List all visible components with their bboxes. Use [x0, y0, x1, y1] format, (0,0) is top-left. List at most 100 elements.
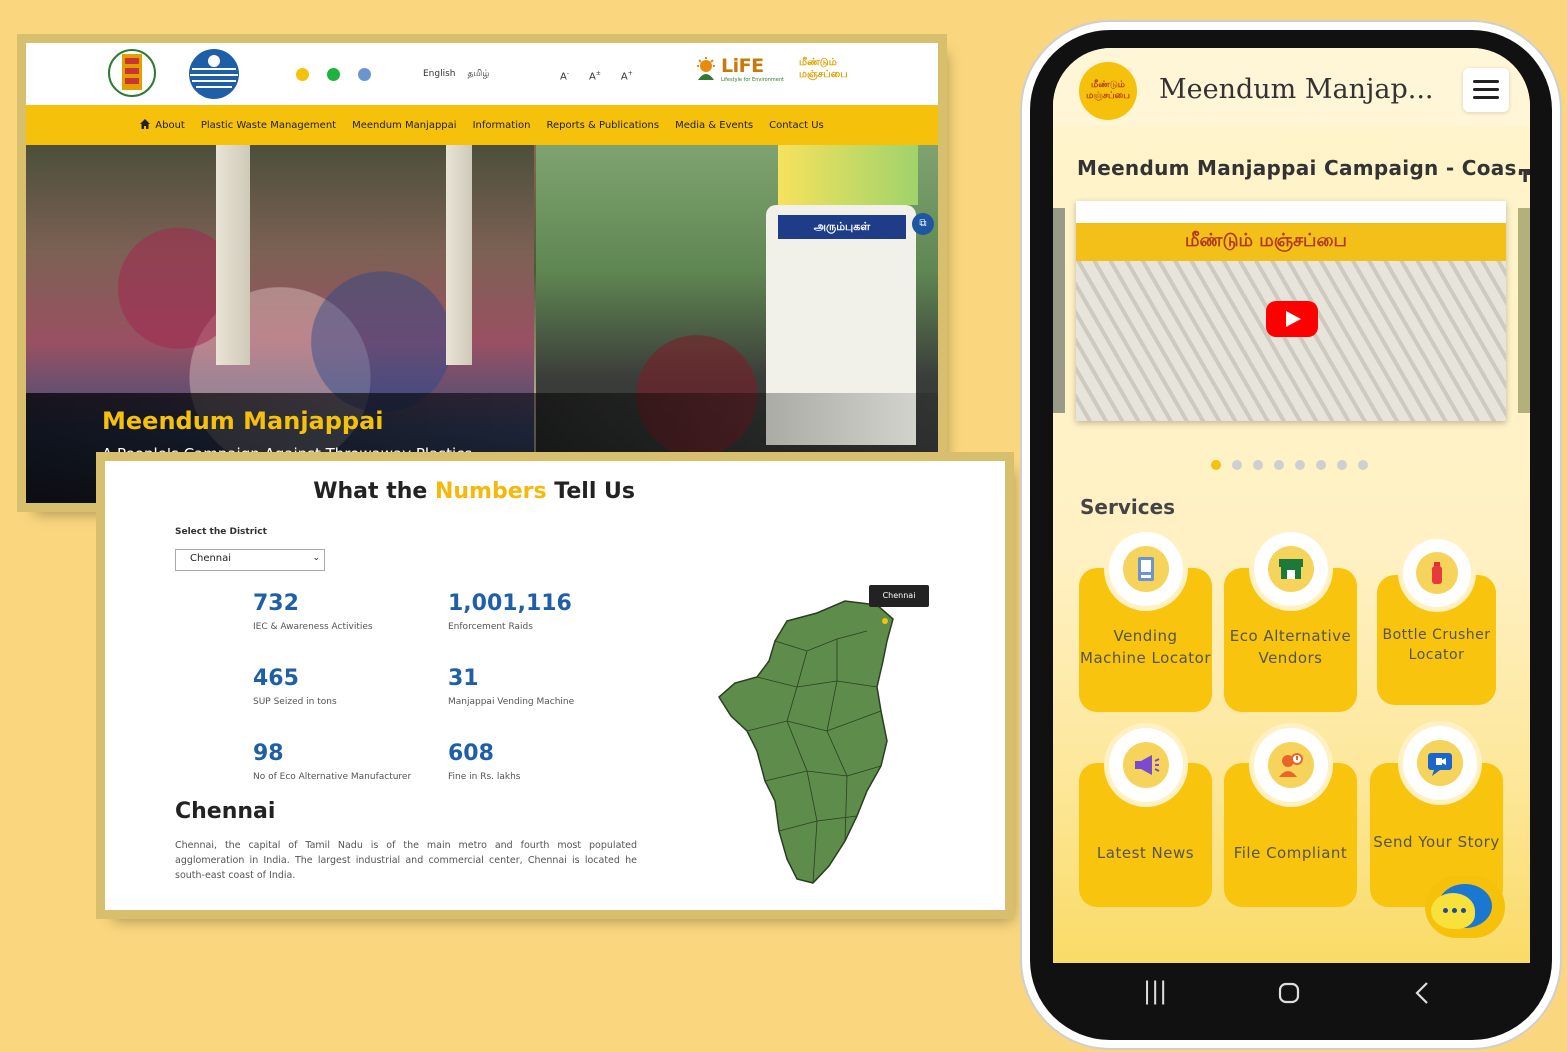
nav-information[interactable]: Information	[473, 120, 531, 131]
website-header: English தமிழ் A- A± A+ LiFE Lifestyle fo…	[26, 43, 938, 105]
city-description: Chennai, the capital of Tamil Nadu is of…	[175, 840, 637, 881]
sun-leaf-icon	[697, 57, 715, 80]
service-label: Eco Alternative Vendors	[1229, 627, 1352, 667]
theme-green-dot[interactable]	[327, 68, 340, 81]
font-size-controls: A- A± A+	[560, 70, 633, 82]
life-logo[interactable]: LiFE Lifestyle for Environment	[694, 55, 784, 83]
service-label: File Compliant	[1233, 844, 1348, 862]
chat-dots-icon	[1443, 908, 1466, 913]
font-decrease-button[interactable]: A-	[560, 70, 569, 82]
home-button-icon[interactable]	[1277, 981, 1301, 1005]
numbers-title-pre: What the	[313, 479, 428, 504]
lang-tamil-link[interactable]: தமிழ்	[468, 69, 490, 80]
font-decrease-label: A	[560, 71, 567, 83]
home-icon	[140, 119, 151, 129]
carousel-dot[interactable]	[1337, 460, 1347, 470]
tamil-nadu-emblem-icon[interactable]	[108, 44, 156, 102]
stat-value: 608	[448, 741, 494, 766]
carousel-dot[interactable]	[1232, 460, 1242, 470]
numbers-title-post: Tell Us	[554, 479, 635, 504]
services-heading: Services	[1080, 495, 1176, 519]
theme-blue-dot[interactable]	[358, 68, 371, 81]
website-homepage: English தமிழ் A- A± A+ LiFE Lifestyle fo…	[26, 43, 938, 503]
district-label: Select the District	[175, 527, 267, 537]
megaphone-icon	[1109, 728, 1183, 802]
store-icon	[1254, 532, 1328, 606]
stat-value: 465	[253, 666, 299, 691]
hero-pillar	[446, 145, 472, 365]
recent-apps-icon[interactable]: |||	[1143, 977, 1167, 1005]
stat-label: SUP Seized in tons	[253, 697, 337, 707]
prev-video-peek[interactable]	[1053, 208, 1065, 413]
app-title: Meendum Manjap...	[1159, 74, 1434, 105]
life-logo-text: LiFE	[721, 55, 764, 77]
stat-value: 732	[253, 591, 299, 616]
carousel-dot[interactable]	[1316, 460, 1326, 470]
service-label: Latest News	[1096, 844, 1195, 862]
font-increase-button[interactable]: A+	[621, 70, 633, 82]
main-nav: About Plastic Waste Management Meendum M…	[26, 105, 938, 145]
carousel-dot[interactable]	[1274, 460, 1284, 470]
carousel-dot[interactable]	[1253, 460, 1263, 470]
theme-color-switcher	[296, 68, 371, 81]
service-label: Vending Machine Locator	[1080, 627, 1211, 667]
mobile-app-header: மீண்டும் மஞ்சப்பை Meendum Manjap...	[1053, 48, 1530, 126]
nav-plastic-waste-management[interactable]: Plastic Waste Management	[201, 120, 336, 131]
carousel-dot[interactable]	[1295, 460, 1305, 470]
font-increase-label: A	[620, 71, 628, 83]
map-tooltip: Chennai	[869, 585, 929, 607]
nav-reports-publications[interactable]: Reports & Publications	[546, 120, 659, 131]
nav-meendum-manjappai[interactable]: Meendum Manjappai	[352, 120, 456, 131]
numbers-section: What the Numbers Tell Us Select the Dist…	[105, 461, 1005, 910]
carousel-dot[interactable]	[1358, 460, 1368, 470]
district-selected-value: Chennai	[190, 553, 232, 564]
stat-value: 1,001,116	[448, 591, 572, 616]
pollution-board-logo-icon[interactable]	[188, 47, 240, 101]
service-label: Bottle Crusher Locator	[1382, 627, 1491, 663]
hero-pillar	[216, 145, 250, 365]
next-video-peek[interactable]	[1518, 208, 1530, 413]
lang-english-link[interactable]: English	[423, 69, 456, 80]
bottle-icon	[1403, 539, 1471, 607]
tamil-nadu-district-map[interactable]	[717, 591, 897, 891]
nav-about[interactable]: About	[140, 119, 185, 131]
carousel-dot[interactable]	[1211, 460, 1221, 470]
hamburger-menu-icon[interactable]	[1463, 68, 1509, 112]
back-icon[interactable]	[1413, 981, 1433, 1005]
manjappai-logo[interactable]: மீண்டும் மஞ்சப்பை	[799, 57, 851, 93]
stat-value: 31	[448, 666, 479, 691]
hero-banner[interactable]: அரும்புகள் ⧉ Meendum Manjappai A People'…	[26, 145, 938, 503]
theme-yellow-dot[interactable]	[296, 68, 309, 81]
language-switcher: English தமிழ்	[423, 69, 489, 80]
stat-vending-machines: 31 Manjappai Vending Machine	[448, 666, 574, 707]
hero-title: Meendum Manjappai	[102, 407, 384, 435]
stat-label: Fine in Rs. lakhs	[448, 772, 521, 782]
stat-label: Enforcement Raids	[448, 622, 533, 632]
nav-about-label: About	[155, 120, 185, 131]
nav-media-events[interactable]: Media & Events	[675, 120, 753, 131]
android-nav-bar: |||	[1053, 963, 1530, 1023]
font-normal-button[interactable]: A±	[589, 70, 601, 82]
carousel-indicators	[1211, 460, 1368, 470]
app-logo[interactable]: மீண்டும் மஞ்சப்பை	[1079, 62, 1137, 120]
stat-fine-lakhs: 608 Fine in Rs. lakhs	[448, 741, 520, 782]
complaint-icon	[1254, 728, 1328, 802]
numbers-title: What the Numbers Tell Us	[105, 479, 635, 504]
video-thumbnail-sign: மீண்டும் மஞ்சப்பை	[1185, 230, 1347, 251]
stat-label: Manjappai Vending Machine	[448, 697, 575, 707]
vending-machine-icon	[1109, 532, 1183, 606]
hero-bus-sign: அரும்புகள்	[778, 215, 906, 239]
video-title[interactable]: Meendum Manjappai Campaign - Coas...	[1077, 156, 1530, 180]
stat-value: 98	[253, 741, 284, 766]
youtube-play-icon[interactable]	[1266, 301, 1318, 337]
service-label: Send Your Story	[1373, 833, 1500, 851]
stat-enforcement-raids: 1,001,116 Enforcement Raids	[448, 591, 572, 632]
hero-campaign-banner	[778, 145, 918, 205]
nav-contact-us[interactable]: Contact Us	[769, 120, 824, 131]
map-chennai-marker[interactable]	[882, 618, 888, 624]
city-title: Chennai	[175, 799, 276, 824]
district-select[interactable]: Chennai ⌄	[175, 549, 325, 571]
stat-label: No of Eco Alternative Manufacturer	[253, 772, 412, 782]
share-icon[interactable]: ⧉	[912, 213, 934, 235]
numbers-title-highlight: Numbers	[434, 479, 547, 504]
